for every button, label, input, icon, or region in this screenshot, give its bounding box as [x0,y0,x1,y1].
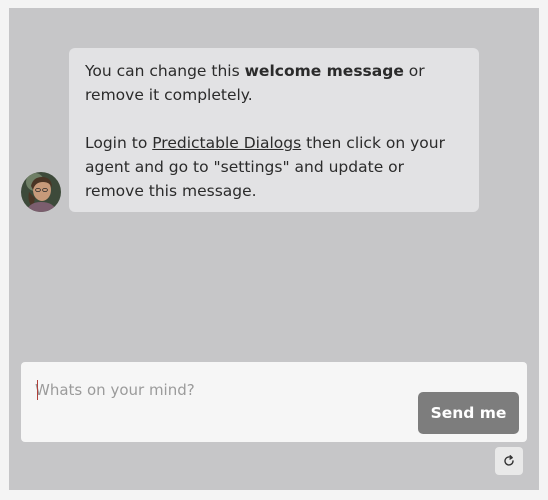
welcome-line-1: You can change this welcome message or r… [85,59,463,107]
message-composer: Send me [21,362,527,442]
refresh-icon [504,455,514,466]
avatar-photo-icon [21,172,61,212]
chat-panel: You can change this welcome message or r… [9,8,539,490]
restart-button[interactable] [495,447,523,475]
message-input[interactable] [35,378,415,402]
welcome-bold-text: welcome message [244,62,404,80]
login-text: Login to [85,134,153,152]
text-caret [37,380,38,400]
predictable-dialogs-link[interactable]: Predictable Dialogs [152,134,301,152]
bot-avatar [21,172,61,212]
welcome-text: You can change this [85,62,245,80]
send-button[interactable]: Send me [418,392,519,434]
welcome-line-2: Login to Predictable Dialogs then click … [85,131,463,203]
welcome-message-bubble: You can change this welcome message or r… [69,48,479,212]
